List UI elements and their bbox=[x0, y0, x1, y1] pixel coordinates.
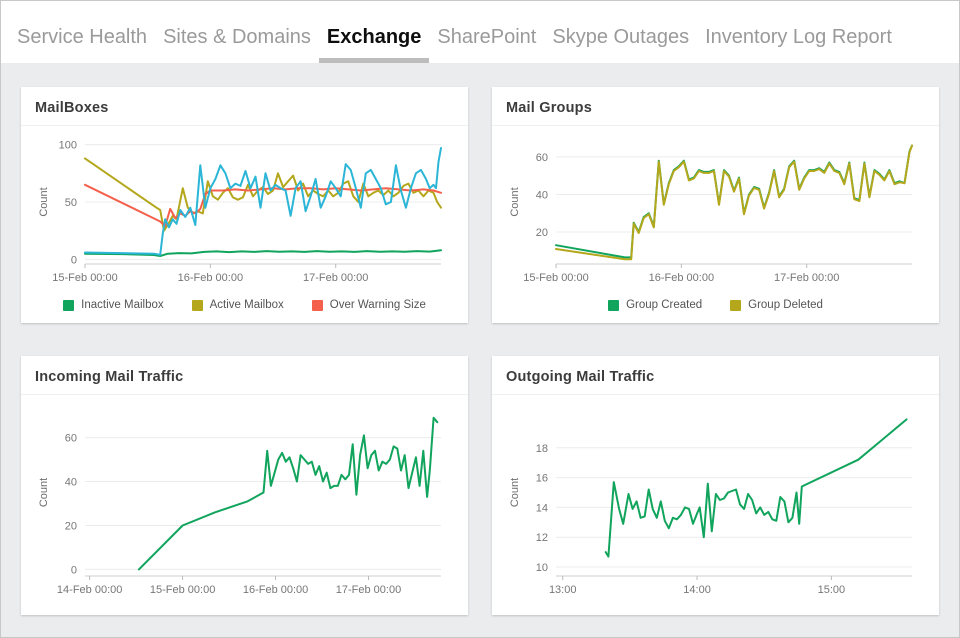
svg-text:40: 40 bbox=[536, 189, 548, 201]
title-divider bbox=[21, 125, 468, 126]
chart-title-incoming: Incoming Mail Traffic bbox=[35, 356, 454, 394]
legend-item[interactable]: Group Deleted bbox=[730, 299, 823, 311]
legend-swatch-icon bbox=[608, 300, 619, 311]
outgoing-mail-chart[interactable]: 10 12 14 16 18 13:00 14:00 15:00 Count bbox=[506, 399, 925, 609]
mail-groups-legend: Group Created Group Deleted bbox=[506, 299, 925, 311]
svg-text:15-Feb 00:00: 15-Feb 00:00 bbox=[52, 272, 117, 284]
svg-text:Count: Count bbox=[509, 187, 521, 216]
svg-text:50: 50 bbox=[65, 197, 77, 209]
chart-title-outgoing: Outgoing Mail Traffic bbox=[506, 356, 925, 394]
svg-text:60: 60 bbox=[536, 152, 548, 164]
legend-label: Over Warning Size bbox=[330, 299, 426, 311]
svg-text:17-Feb 00:00: 17-Feb 00:00 bbox=[774, 272, 839, 284]
incoming-mail-chart[interactable]: 0 20 40 60 14-Feb 00:00 15-Feb 00:00 16-Feb 00… bbox=[35, 399, 454, 609]
dashboard-grid: MailBoxes 05010015-Feb 00:0016-Feb 00:00… bbox=[1, 63, 959, 615]
tab-inventory-log-report[interactable]: Inventory Log Report bbox=[697, 26, 900, 63]
svg-text:100: 100 bbox=[59, 140, 77, 152]
svg-text:10: 10 bbox=[536, 562, 548, 574]
tab-skype-outages[interactable]: Skype Outages bbox=[544, 26, 697, 63]
legend-item[interactable]: Inactive Mailbox bbox=[63, 299, 163, 311]
svg-text:14:00: 14:00 bbox=[683, 584, 711, 596]
chart-title-mail-groups: Mail Groups bbox=[506, 87, 925, 125]
card-mail-groups: Mail Groups 20 40 60 15-Feb 00:00 16-Feb 00:… bbox=[492, 87, 939, 323]
svg-text:16-Feb 00:00: 16-Feb 00:00 bbox=[178, 272, 243, 284]
svg-text:14-Feb 00:00: 14-Feb 00:00 bbox=[57, 584, 122, 596]
legend-swatch-icon bbox=[192, 300, 203, 311]
svg-text:40: 40 bbox=[65, 477, 77, 489]
svg-text:Count: Count bbox=[38, 187, 50, 216]
svg-text:16-Feb 00:00: 16-Feb 00:00 bbox=[243, 584, 308, 596]
svg-text:15:00: 15:00 bbox=[818, 584, 846, 596]
legend-item[interactable]: Group Created bbox=[608, 299, 702, 311]
tab-service-health[interactable]: Service Health bbox=[9, 26, 155, 63]
legend-label: Group Deleted bbox=[748, 299, 823, 311]
card-outgoing-mail-traffic: Outgoing Mail Traffic 10 12 14 16 18 13:00 14:… bbox=[492, 356, 939, 615]
svg-text:0: 0 bbox=[71, 564, 77, 576]
mailboxes-legend: Inactive Mailbox Active Mailbox Over Warni… bbox=[35, 299, 454, 311]
svg-text:12: 12 bbox=[536, 532, 548, 544]
svg-text:Count: Count bbox=[509, 478, 521, 507]
legend-label: Active Mailbox bbox=[210, 299, 284, 311]
svg-text:17-Feb 00:00: 17-Feb 00:00 bbox=[303, 272, 368, 284]
svg-text:15-Feb 00:00: 15-Feb 00:00 bbox=[150, 584, 215, 596]
svg-text:Count: Count bbox=[38, 478, 50, 507]
legend-swatch-icon bbox=[63, 300, 74, 311]
svg-text:18: 18 bbox=[536, 443, 548, 455]
tab-bar: Service HealthSites & DomainsExchangeSha… bbox=[1, 1, 959, 63]
svg-text:14: 14 bbox=[536, 502, 548, 514]
svg-text:16: 16 bbox=[536, 473, 548, 485]
svg-text:15-Feb 00:00: 15-Feb 00:00 bbox=[523, 272, 588, 284]
legend-label: Inactive Mailbox bbox=[81, 299, 163, 311]
chart-title-mailboxes: MailBoxes bbox=[35, 87, 454, 125]
legend-swatch-icon bbox=[730, 300, 741, 311]
legend-label: Group Created bbox=[626, 299, 702, 311]
svg-text:20: 20 bbox=[536, 227, 548, 239]
svg-text:13:00: 13:00 bbox=[549, 584, 577, 596]
title-divider bbox=[492, 125, 939, 126]
title-divider bbox=[21, 394, 468, 395]
svg-text:20: 20 bbox=[65, 520, 77, 532]
mailboxes-chart[interactable]: 0 50 100 15-Feb 00:00 16-Feb 00:00 17-Feb 00:… bbox=[35, 130, 454, 297]
legend-item[interactable]: Active Mailbox bbox=[192, 299, 284, 311]
title-divider bbox=[492, 394, 939, 395]
svg-text:16-Feb 00:00: 16-Feb 00:00 bbox=[649, 272, 714, 284]
card-mailboxes: MailBoxes 0 50 100 15-Feb 00:00 16-Feb 00:00… bbox=[21, 87, 468, 323]
legend-item[interactable]: Over Warning Size bbox=[312, 299, 426, 311]
tab-exchange[interactable]: Exchange bbox=[319, 26, 429, 63]
svg-text:17-Feb 00:00: 17-Feb 00:00 bbox=[336, 584, 401, 596]
mail-groups-chart[interactable]: 20 40 60 15-Feb 00:00 16-Feb 00:00 17-Feb 00:… bbox=[506, 130, 925, 297]
tab-sites-domains[interactable]: Sites & Domains bbox=[155, 26, 319, 63]
svg-text:60: 60 bbox=[65, 433, 77, 445]
card-incoming-mail-traffic: Incoming Mail Traffic 0 20 40 60 14-Feb 00:0… bbox=[21, 356, 468, 615]
svg-text:0: 0 bbox=[71, 254, 77, 266]
legend-swatch-icon bbox=[312, 300, 323, 311]
tab-sharepoint[interactable]: SharePoint bbox=[429, 26, 544, 63]
